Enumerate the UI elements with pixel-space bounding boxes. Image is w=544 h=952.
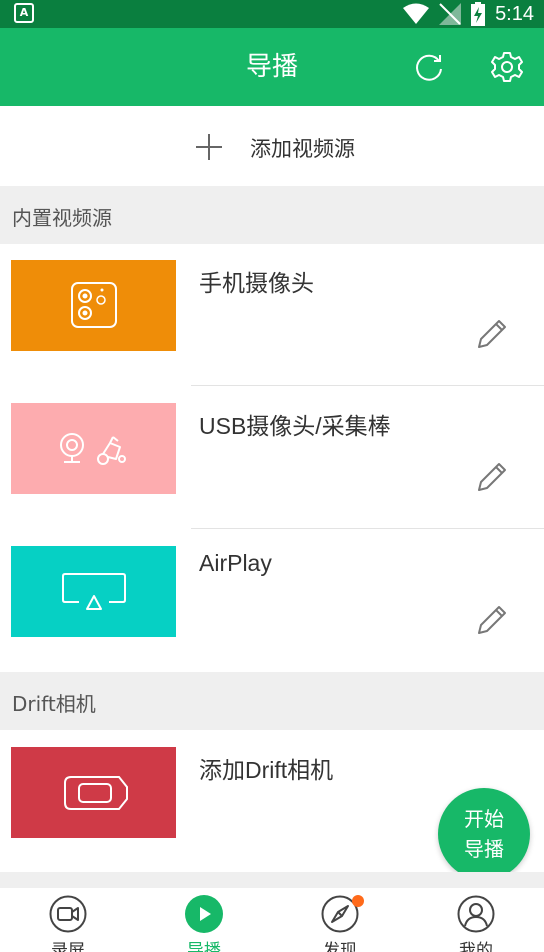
divider: [191, 528, 544, 529]
status-time: 5:14: [495, 2, 534, 25]
source-thumbnail: [11, 546, 176, 637]
source-title: 添加Drift相机: [199, 757, 334, 783]
source-thumbnail: [11, 403, 176, 494]
phone-camera-icon: [71, 282, 117, 328]
section-header-drift: Drift相机: [0, 672, 544, 730]
section-title: Drift相机: [12, 692, 96, 716]
nav-label: 导播: [187, 941, 221, 952]
nav-tab-discover[interactable]: 发现: [272, 888, 408, 952]
nav-label: 发现: [323, 941, 357, 952]
screen-record-icon: [49, 895, 87, 933]
status-indicators: 5:14: [403, 0, 534, 28]
nav-tab-broadcast[interactable]: 导播: [136, 888, 272, 952]
add-source-label: 添加视频源: [250, 137, 355, 161]
source-thumbnail: [11, 260, 176, 351]
section-header-builtin: 内置视频源: [0, 186, 544, 244]
edit-pencil-icon[interactable]: [474, 316, 510, 352]
edit-pencil-icon[interactable]: [474, 459, 510, 495]
fab-label-line1: 开始: [464, 807, 504, 831]
wifi-icon: [403, 3, 430, 24]
source-thumbnail: [11, 747, 176, 838]
no-signal-icon: [439, 3, 462, 25]
profile-icon: [457, 895, 495, 933]
gear-icon[interactable]: [490, 50, 524, 84]
app-bar: 导播: [0, 28, 544, 106]
source-row-airplay[interactable]: AirPlay: [0, 530, 544, 672]
source-title: 手机摄像头: [199, 270, 314, 296]
usb-camera-icon: [60, 433, 126, 465]
section-title: 内置视频源: [12, 206, 112, 230]
bottom-navigation: 录屏 导播 发现 我的: [0, 888, 544, 952]
nav-tab-profile[interactable]: 我的: [408, 888, 544, 952]
nav-label: 录屏: [51, 941, 85, 952]
source-row-phone-camera[interactable]: 手机摄像头: [0, 244, 544, 386]
page-title: 导播: [245, 52, 298, 82]
add-video-source-button[interactable]: 添加视频源: [0, 106, 544, 186]
source-title: AirPlay: [199, 550, 272, 576]
status-bar: A 5:14: [0, 0, 544, 28]
bottom-separator: [0, 872, 544, 888]
divider: [191, 385, 544, 386]
notification-badge: [352, 895, 364, 907]
app-notification-icon: A: [14, 3, 34, 23]
edit-pencil-icon[interactable]: [474, 602, 510, 638]
nav-tab-screen-record[interactable]: 录屏: [0, 888, 136, 952]
drift-camera-icon: [64, 776, 128, 810]
fab-label-line2: 导播: [464, 837, 504, 861]
plus-icon: [196, 134, 222, 160]
source-title: USB摄像头/采集棒: [199, 413, 391, 439]
airplay-icon: [62, 573, 126, 610]
nav-label: 我的: [459, 941, 493, 952]
refresh-icon[interactable]: [412, 50, 446, 84]
start-broadcast-button[interactable]: 开始 导播: [438, 788, 530, 880]
source-row-usb-camera[interactable]: USB摄像头/采集棒: [0, 387, 544, 529]
battery-charging-icon: [471, 2, 486, 26]
play-icon: [185, 895, 223, 933]
